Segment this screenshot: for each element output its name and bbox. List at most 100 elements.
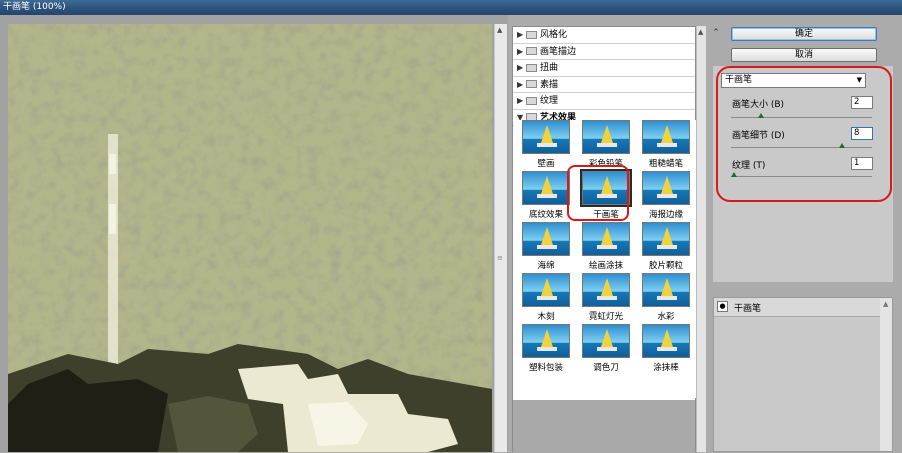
- expand-triangle-icon[interactable]: ▶: [517, 93, 526, 108]
- filter-thumb[interactable]: 塑料包装: [516, 324, 576, 374]
- scroll-grip-icon[interactable]: ≡: [497, 254, 504, 268]
- filter-thumb-label: 水彩: [657, 312, 675, 322]
- ok-button[interactable]: 确定: [731, 27, 877, 41]
- filter-preview-image: [522, 120, 570, 154]
- gallery-scrollbar[interactable]: ▲: [696, 26, 706, 452]
- sailboat-image: [541, 125, 553, 143]
- filter-thumb-label: 霓虹灯光: [588, 312, 623, 322]
- layers-scrollbar[interactable]: ▲: [880, 298, 892, 451]
- filter-preview-image: [642, 120, 690, 154]
- filter-preview-image: [522, 222, 570, 256]
- sailboat-image: [541, 278, 553, 296]
- expand-triangle-icon[interactable]: ▶: [517, 77, 526, 92]
- window-title: 干画笔 (100%): [3, 2, 66, 12]
- folder-icon: [526, 80, 537, 88]
- boat-hull: [537, 194, 557, 198]
- filter-thumb-label: 粗糙蜡笔: [648, 159, 683, 169]
- filter-thumb[interactable]: 水彩: [636, 273, 696, 323]
- filter-thumb-label: 海绵: [537, 261, 555, 271]
- sailboat-image: [601, 125, 613, 143]
- filter-thumb[interactable]: 木刻: [516, 273, 576, 323]
- filter-thumb[interactable]: 海绵: [516, 222, 576, 272]
- filter-thumb-label: 绘画涂抹: [588, 261, 623, 271]
- category-label: 素描: [540, 79, 559, 90]
- category-sketch[interactable]: ▶ 素描: [513, 77, 695, 93]
- filter-thumb[interactable]: 壁画: [516, 120, 576, 170]
- sailboat-image: [541, 176, 553, 194]
- sailboat-image: [601, 278, 613, 296]
- filter-preview-image: [582, 222, 630, 256]
- boat-hull: [597, 143, 617, 147]
- cancel-button[interactable]: 取消: [731, 48, 877, 62]
- title-bar: 干画笔 (100%): [0, 0, 902, 15]
- sailboat-image: [601, 227, 613, 245]
- boat-hull: [597, 347, 617, 351]
- category-stylize[interactable]: ▶ 风格化: [513, 27, 695, 44]
- filter-preview-image: [642, 222, 690, 256]
- sailboat-image: [541, 329, 553, 347]
- category-brush-strokes[interactable]: ▶ 画笔描边: [513, 44, 695, 60]
- effect-layer-row[interactable]: ● 干画笔: [714, 298, 880, 317]
- filter-preview-image: [522, 324, 570, 358]
- filter-thumb[interactable]: 海报边缘: [636, 171, 696, 221]
- scroll-up-icon[interactable]: ▲: [698, 28, 703, 36]
- preview-scrollbar[interactable]: ▲ ≡: [494, 24, 507, 452]
- filter-preview-image: [582, 273, 630, 307]
- boat-hull: [657, 296, 677, 300]
- filter-preview-image: [522, 171, 570, 205]
- filter-thumb[interactable]: 涂抹棒: [636, 324, 696, 374]
- filter-preview-image: [582, 120, 630, 154]
- highlight-settings: [716, 66, 892, 202]
- category-distort[interactable]: ▶ 扭曲: [513, 60, 695, 77]
- filter-thumb[interactable]: 彩色铅笔: [576, 120, 636, 170]
- filter-thumb-label: 调色刀: [593, 363, 619, 373]
- sailboat-image: [661, 278, 673, 296]
- filter-thumb[interactable]: 胶片颗粒: [636, 222, 696, 272]
- boat-hull: [657, 245, 677, 249]
- filter-preview-image: [582, 324, 630, 358]
- preview-image[interactable]: [8, 24, 492, 452]
- filter-preview-image: [642, 171, 690, 205]
- folder-icon: [526, 47, 537, 55]
- expand-triangle-icon[interactable]: ▶: [517, 44, 526, 59]
- folder-icon: [526, 30, 537, 39]
- boat-hull: [597, 296, 617, 300]
- category-label: 画笔描边: [540, 46, 577, 57]
- filter-thumb[interactable]: 粗糙蜡笔: [636, 120, 696, 170]
- sailboat-image: [541, 227, 553, 245]
- preview-panel: ▲ ≡: [0, 15, 508, 452]
- collapse-icon[interactable]: ⌃: [709, 28, 723, 40]
- sailboat-image: [661, 125, 673, 143]
- filter-thumb-label: 塑料包装: [528, 363, 563, 373]
- eye-icon[interactable]: ●: [717, 301, 728, 312]
- category-texture[interactable]: ▶ 纹理: [513, 93, 695, 110]
- filter-thumb-label: 涂抹棒: [653, 363, 679, 373]
- sailboat-image: [661, 329, 673, 347]
- expand-triangle-icon[interactable]: ▶: [517, 27, 526, 42]
- sailboat-image: [601, 329, 613, 347]
- effect-layers-panel: ● 干画笔 ▲: [713, 297, 893, 452]
- boat-hull: [657, 143, 677, 147]
- scroll-up-icon[interactable]: ▲: [883, 300, 888, 308]
- sailboat-image: [661, 176, 673, 194]
- layer-name: 干画笔: [734, 304, 762, 314]
- category-label: 纹理: [540, 96, 559, 106]
- boat-hull: [537, 143, 557, 147]
- boat-hull: [537, 245, 557, 249]
- filter-thumb[interactable]: 霓虹灯光: [576, 273, 636, 323]
- filter-thumbnails: 壁画 彩色铅笔 粗糙蜡笔 底纹效果 干画笔 海报边缘 海绵 绘画涂抹 胶片颗粒 木刻 霓虹灯光 水彩塑…: [514, 120, 696, 398]
- boat-hull: [537, 347, 557, 351]
- filter-thumb[interactable]: 绘画涂抹: [576, 222, 636, 272]
- expand-triangle-icon[interactable]: ▶: [517, 60, 526, 75]
- filter-preview-image: [642, 273, 690, 307]
- scroll-up-icon[interactable]: ▲: [497, 26, 502, 34]
- filter-thumb-label: 海报边缘: [648, 210, 683, 220]
- filter-thumb-label: 胶片颗粒: [648, 261, 683, 271]
- thumbnails-empty-area: [513, 400, 695, 453]
- filter-thumb[interactable]: 调色刀: [576, 324, 636, 374]
- filter-preview-image: [642, 324, 690, 358]
- category-label: 风格化: [540, 30, 568, 40]
- boat-hull: [537, 296, 557, 300]
- boat-hull: [657, 347, 677, 351]
- folder-icon: [526, 63, 537, 72]
